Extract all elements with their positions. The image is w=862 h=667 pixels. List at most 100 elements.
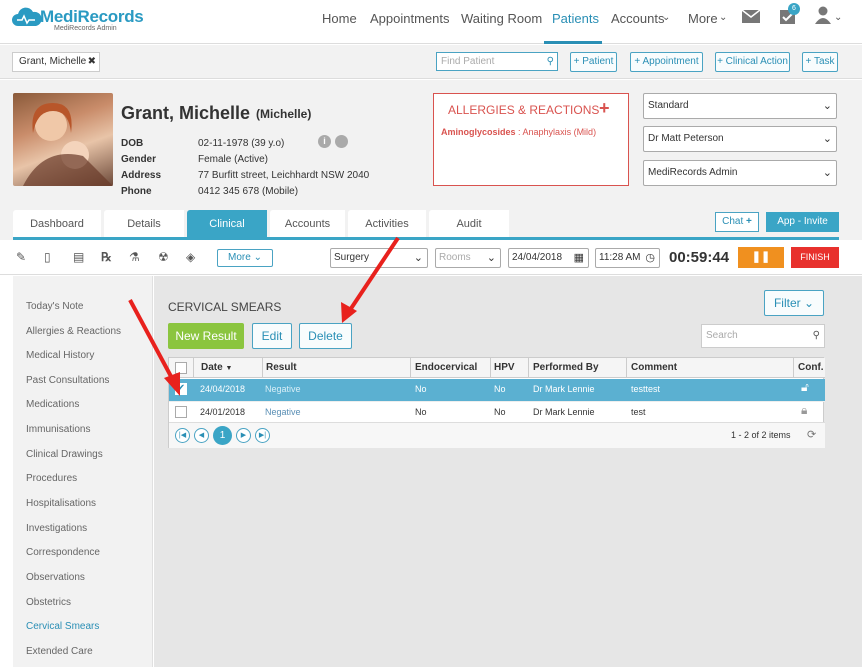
cell-result[interactable]: Negative xyxy=(265,407,301,417)
chat-button[interactable]: Chat + xyxy=(715,212,759,232)
sidebar-item-medications[interactable]: Medications xyxy=(26,399,79,410)
radiology-icon[interactable]: ☢ xyxy=(158,250,169,264)
patient-tab[interactable]: Grant, Michelle ✖ xyxy=(12,52,100,72)
form-icon[interactable]: ▤ xyxy=(73,250,84,264)
sidebar-item-investigations[interactable]: Investigations xyxy=(26,523,87,534)
nav-waiting-room[interactable]: Waiting Room xyxy=(461,11,542,26)
tab-activities[interactable]: Activities xyxy=(348,210,426,239)
layers-icon[interactable]: ◈ xyxy=(186,250,195,264)
patient-photo xyxy=(13,93,113,186)
first-page-icon[interactable]: |◀ xyxy=(175,428,190,443)
search-input[interactable]: Search ⚲ xyxy=(701,324,825,348)
rooms-select[interactable]: Rooms ⌄ xyxy=(435,248,501,268)
nav-appointments[interactable]: Appointments xyxy=(370,11,450,26)
nav-more[interactable]: More xyxy=(688,11,718,26)
add-task-button[interactable]: + Task xyxy=(802,52,838,72)
edit-button[interactable]: Edit xyxy=(252,323,292,349)
pathology-icon[interactable]: ⚗ xyxy=(129,250,140,264)
filter-button[interactable]: Filter ⌄ xyxy=(764,290,824,316)
sidebar-item-medical-history[interactable]: Medical History xyxy=(26,350,94,361)
sidebar-item-past-consultations[interactable]: Past Consultations xyxy=(26,375,109,386)
app-invite-button[interactable]: App - Invite xyxy=(766,212,839,232)
dob-value: 02-11-1978 (39 y.o) xyxy=(198,138,285,149)
finish-button[interactable]: FINISH xyxy=(791,247,839,268)
address-value: 77 Burfitt street, Leichhardt NSW 2040 xyxy=(198,170,370,181)
new-result-button[interactable]: New Result xyxy=(168,323,244,349)
prescription-icon[interactable]: ℞ xyxy=(101,250,112,264)
tab-audit[interactable]: Audit xyxy=(429,210,509,239)
app-logo[interactable]: MediRecords xyxy=(40,7,144,27)
sidebar-item-procedures[interactable]: Procedures xyxy=(26,473,77,484)
row-checkbox[interactable] xyxy=(175,406,187,418)
sidebar-item-cervical-smears[interactable]: Cervical Smears xyxy=(26,621,99,632)
unlock-icon[interactable]: 🔓︎ xyxy=(801,380,809,395)
time-input[interactable]: 11:28 AM ◷ xyxy=(595,248,660,268)
chevron-down-icon: ⌄ xyxy=(662,12,671,23)
table-row[interactable]: ✔ 24/04/2018 Negative No No Dr Mark Lenn… xyxy=(169,379,825,401)
cell-result[interactable]: Negative xyxy=(265,384,301,394)
next-page-icon[interactable]: ▶ xyxy=(236,428,251,443)
refresh-icon[interactable]: ⟳ xyxy=(807,428,816,441)
calendar-icon[interactable]: ▦ xyxy=(574,249,584,267)
allergy-detail: : Anaphylaxis (Mild) xyxy=(515,127,597,137)
note-icon[interactable]: ✎ xyxy=(16,250,26,264)
clock-icon[interactable]: ◷ xyxy=(645,249,655,267)
sidebar-item-allergies-reactions[interactable]: Allergies & Reactions xyxy=(26,326,121,337)
sidebar-item-today-s-note[interactable]: Today's Note xyxy=(26,301,84,312)
mail-icon[interactable] xyxy=(742,10,760,23)
search-icon: ⚲ xyxy=(812,330,820,341)
select-all-checkbox[interactable] xyxy=(175,362,187,374)
sidebar-item-correspondence[interactable]: Correspondence xyxy=(26,547,100,558)
close-icon[interactable]: ✖ xyxy=(88,53,96,71)
cell-hpv: No xyxy=(494,384,506,394)
col-comment[interactable]: Comment xyxy=(631,362,677,373)
delete-button[interactable]: Delete xyxy=(299,323,352,349)
appointment-type-select[interactable]: Standard ⌄ xyxy=(643,93,837,119)
row-checkbox[interactable]: ✔ xyxy=(175,383,187,395)
document-icon[interactable]: ▯ xyxy=(44,250,51,264)
location-admin-select[interactable]: MediRecords Admin ⌄ xyxy=(643,160,837,186)
nav-home[interactable]: Home xyxy=(322,11,357,26)
more-tools-button[interactable]: More ⌄ xyxy=(217,249,273,267)
pause-button[interactable]: ❚❚ xyxy=(738,247,784,268)
current-page[interactable]: 1 xyxy=(213,426,232,445)
last-page-icon[interactable]: ▶| xyxy=(255,428,270,443)
practitioner-select[interactable]: Dr Matt Peterson ⌄ xyxy=(643,126,837,152)
col-result[interactable]: Result xyxy=(266,362,297,373)
col-performed-by[interactable]: Performed By xyxy=(533,362,599,373)
sidebar-item-observations[interactable]: Observations xyxy=(26,572,85,583)
sidebar-item-obstetrics[interactable]: Obstetrics xyxy=(26,597,71,608)
sidebar-item-immunisations[interactable]: Immunisations xyxy=(26,424,90,435)
phone-value: 0412 345 678 (Mobile) xyxy=(198,186,299,197)
table-row[interactable]: 24/01/2018 Negative No No Dr Mark Lennie… xyxy=(169,401,825,423)
add-allergy-icon[interactable]: + xyxy=(599,98,610,119)
cell-endocervical: No xyxy=(415,384,427,394)
lock-icon[interactable]: 🔒︎ xyxy=(801,403,807,418)
sidebar-item-hospitalisations[interactable]: Hospitalisations xyxy=(26,498,96,509)
tab-accounts[interactable]: Accounts xyxy=(270,210,345,239)
baby-icon[interactable] xyxy=(335,135,348,148)
location-select[interactable]: Surgery ⌄ xyxy=(330,248,428,268)
prev-page-icon[interactable]: ◀ xyxy=(194,428,209,443)
add-clinical-action-button[interactable]: + Clinical Action xyxy=(715,52,790,72)
nav-patients[interactable]: Patients xyxy=(552,11,599,26)
page-title: CERVICAL SMEARS xyxy=(168,300,282,314)
col-date[interactable]: Date ▼ xyxy=(201,362,232,373)
user-icon[interactable] xyxy=(815,6,831,24)
info-icon[interactable]: i xyxy=(318,135,331,148)
tab-clinical[interactable]: Clinical xyxy=(187,210,267,239)
add-patient-button[interactable]: + Patient xyxy=(570,52,617,72)
find-patient-input[interactable]: Find Patient ⚲ xyxy=(436,52,558,71)
nav-accounts[interactable]: Accounts xyxy=(611,11,664,26)
tab-dashboard[interactable]: Dashboard xyxy=(13,210,101,239)
tab-details[interactable]: Details xyxy=(104,210,184,239)
sidebar-item-clinical-drawings[interactable]: Clinical Drawings xyxy=(26,449,103,460)
col-endocervical[interactable]: Endocervical xyxy=(415,362,477,373)
sidebar-item-extended-care[interactable]: Extended Care xyxy=(26,646,93,657)
col-conf[interactable]: Conf. xyxy=(798,362,824,373)
grid-header: Date ▼ Result Endocervical HPV Performed… xyxy=(169,358,825,378)
plus-icon: + xyxy=(746,216,752,227)
add-appointment-button[interactable]: + Appointment xyxy=(630,52,703,72)
col-hpv[interactable]: HPV xyxy=(494,362,515,373)
date-input[interactable]: 24/04/2018 ▦ xyxy=(508,248,589,268)
